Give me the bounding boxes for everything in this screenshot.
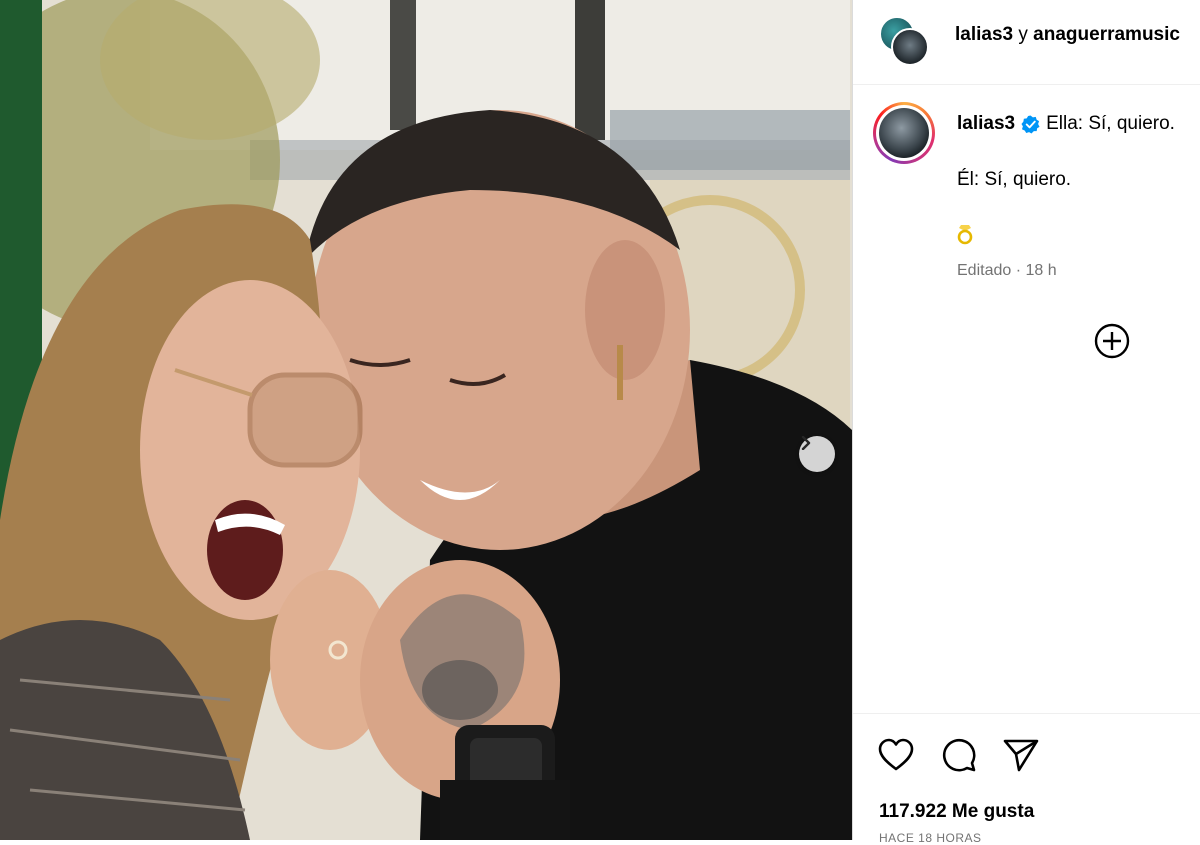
post-photo[interactable] [0, 0, 852, 840]
post-header: lalias3 y anaguerramusic [853, 0, 1200, 85]
post-time: HACE 18 HORAS [879, 831, 982, 845]
header-usernames: lalias3 y anaguerramusic [955, 24, 1180, 46]
collab-avatars[interactable] [879, 16, 931, 68]
next-photo-button[interactable] [799, 436, 835, 472]
caption-first-line: lalias3 Ella: Sí, quiero. [957, 113, 1175, 135]
chevron-right-icon [801, 436, 811, 450]
plus-circle-icon [1094, 323, 1130, 359]
likes-count[interactable]: 117.922 Me gusta [879, 801, 1034, 823]
comment-button[interactable] [940, 736, 978, 774]
caption-username[interactable]: lalias3 [957, 113, 1015, 135]
send-icon [1003, 739, 1039, 772]
avatar [891, 28, 929, 66]
avatar [879, 108, 929, 158]
footer-divider [853, 713, 1200, 714]
comment-icon [942, 738, 976, 772]
caption-meta: Editado · 18 h [957, 262, 1057, 279]
caption-text: Ella: Sí, quiero. [1046, 113, 1175, 134]
ring-emoji-icon [956, 223, 974, 251]
header-separator: y [1018, 24, 1028, 45]
verified-badge-icon [1021, 114, 1040, 134]
caption-text: Él: Sí, quiero. [957, 169, 1072, 190]
header-user-link[interactable]: lalias3 [955, 24, 1013, 45]
share-button[interactable] [1002, 736, 1040, 774]
add-comment-button[interactable] [1093, 322, 1131, 360]
heart-icon [878, 738, 914, 771]
photo-illustration [0, 0, 852, 840]
header-user-link[interactable]: anaguerramusic [1033, 24, 1180, 45]
like-button[interactable] [877, 736, 915, 774]
caption-avatar[interactable] [873, 102, 935, 164]
pane-divider [852, 0, 853, 840]
